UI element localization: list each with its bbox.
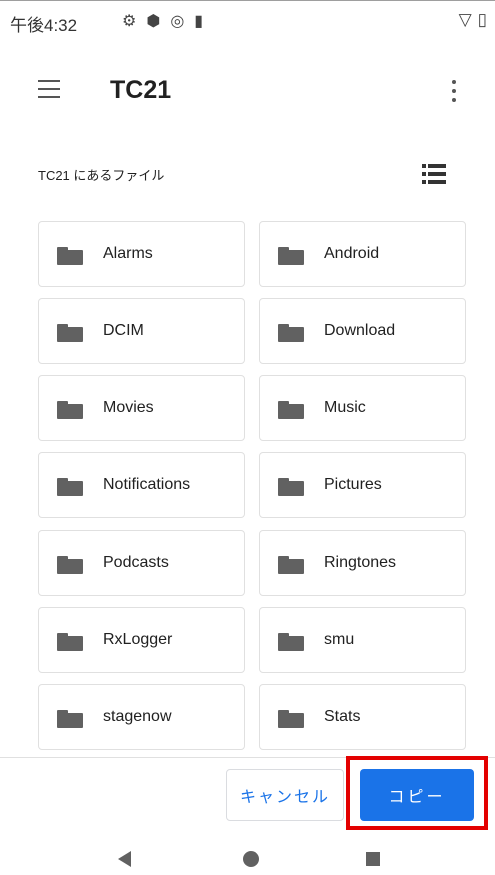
folder-icon bbox=[278, 633, 304, 651]
folder-tile[interactable]: RxLogger bbox=[38, 607, 245, 673]
shield-icon: ⬢ bbox=[146, 13, 161, 30]
status-bar: 午後4:32 ⚙ ⬢ ◎ ▮ ▽ ▯ bbox=[0, 0, 495, 40]
folder-icon bbox=[278, 401, 304, 419]
folder-icon bbox=[57, 633, 83, 651]
battery-icon: ▯ bbox=[477, 10, 487, 29]
folder-tile[interactable]: Stats bbox=[259, 684, 466, 750]
folder-icon bbox=[278, 710, 304, 728]
folder-label: Music bbox=[324, 399, 366, 416]
home-icon[interactable] bbox=[243, 851, 259, 867]
folder-label: Alarms bbox=[103, 245, 153, 262]
copy-button[interactable]: コピー bbox=[360, 769, 474, 821]
page-title: TC21 bbox=[110, 76, 172, 104]
folder-label: Podcasts bbox=[103, 554, 169, 571]
section-header: TC21 にあるファイル bbox=[38, 168, 165, 183]
folder-icon bbox=[278, 247, 304, 265]
folder-label: Ringtones bbox=[324, 554, 397, 571]
folder-tile[interactable]: Notifications bbox=[38, 452, 245, 518]
folder-tile[interactable]: Download bbox=[259, 298, 466, 364]
folder-label: Notifications bbox=[103, 476, 191, 493]
folder-label: stagenow bbox=[103, 708, 172, 725]
folder-tile[interactable]: smu bbox=[259, 607, 466, 673]
folder-tile[interactable]: stagenow bbox=[38, 684, 245, 750]
wifi-icon: ▽ bbox=[458, 10, 472, 29]
folder-icon bbox=[278, 478, 304, 496]
folder-icon bbox=[57, 478, 83, 496]
folder-icon bbox=[278, 556, 304, 574]
list-view-icon[interactable] bbox=[422, 164, 446, 184]
folder-tile[interactable]: Podcasts bbox=[38, 530, 245, 596]
status-time: 午後4:32 bbox=[10, 16, 78, 35]
folder-tile[interactable]: Movies bbox=[38, 375, 245, 441]
menu-icon[interactable] bbox=[38, 80, 60, 98]
back-icon[interactable] bbox=[118, 851, 131, 867]
folder-label: Stats bbox=[324, 708, 361, 725]
recents-icon[interactable] bbox=[366, 852, 380, 866]
app-bar: TC21 bbox=[0, 60, 495, 124]
folder-icon bbox=[57, 556, 83, 574]
folder-label: Movies bbox=[103, 399, 154, 416]
folder-tile[interactable]: Music bbox=[259, 375, 466, 441]
settings-icon: ⚙ bbox=[122, 13, 137, 30]
folder-icon bbox=[57, 324, 83, 342]
folder-tile[interactable]: Ringtones bbox=[259, 530, 466, 596]
folder-label: DCIM bbox=[103, 322, 144, 339]
folder-tile[interactable]: Alarms bbox=[38, 221, 245, 287]
folder-icon bbox=[57, 247, 83, 265]
folder-tile[interactable]: Pictures bbox=[259, 452, 466, 518]
folder-label: Android bbox=[324, 245, 380, 262]
sd-card-icon: ▮ bbox=[194, 13, 204, 30]
navigation-bar bbox=[0, 840, 495, 875]
folder-icon bbox=[57, 710, 83, 728]
folder-label: RxLogger bbox=[103, 631, 173, 648]
status-icons: ⚙ ⬢ ◎ ▮ bbox=[122, 11, 203, 31]
folder-tile[interactable]: Android bbox=[259, 221, 466, 287]
more-options-icon[interactable] bbox=[444, 78, 464, 104]
at-sign-icon: ◎ bbox=[170, 13, 185, 30]
folder-icon bbox=[278, 324, 304, 342]
folder-icon bbox=[57, 401, 83, 419]
folder-label: smu bbox=[324, 631, 355, 648]
folder-tile[interactable]: DCIM bbox=[38, 298, 245, 364]
cancel-button[interactable]: キャンセル bbox=[226, 769, 344, 821]
status-right-icons: ▽ ▯ bbox=[459, 10, 487, 30]
folder-label: Download bbox=[324, 322, 396, 339]
folder-label: Pictures bbox=[324, 476, 382, 493]
